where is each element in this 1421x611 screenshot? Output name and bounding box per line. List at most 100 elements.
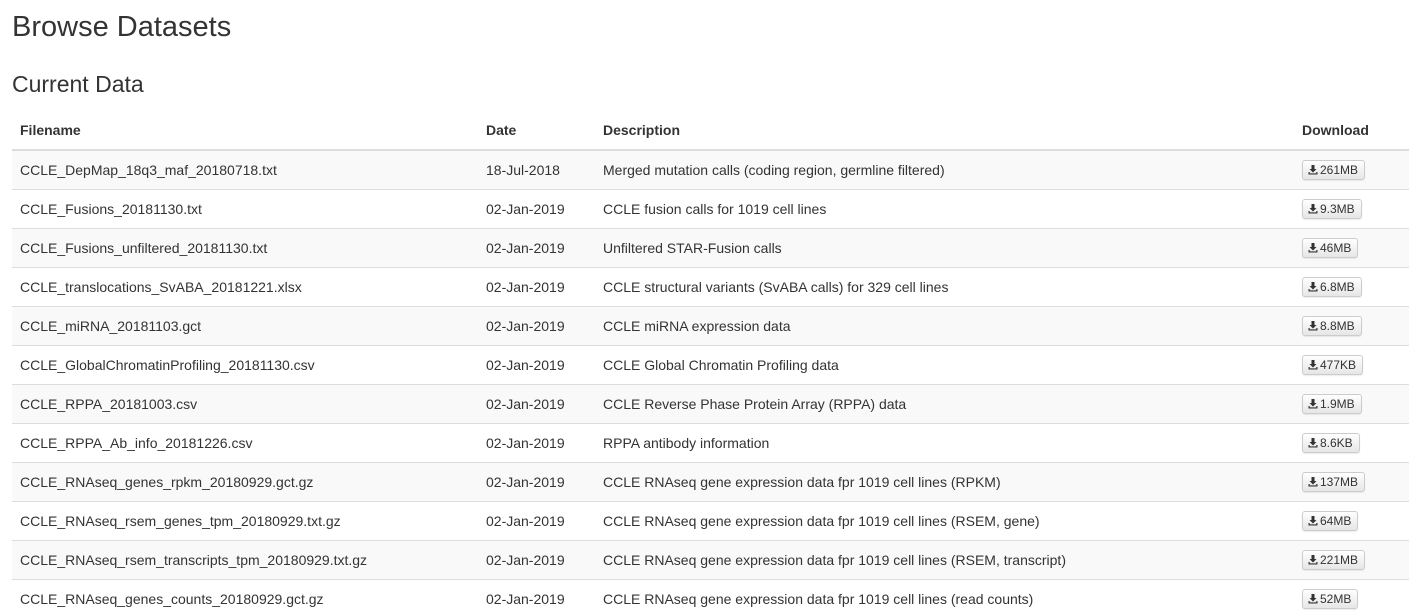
table-row: CCLE_translocations_SvABA_20181221.xlsx … (12, 267, 1409, 307)
table-row: CCLE_GlobalChromatinProfiling_20181130.c… (12, 345, 1409, 385)
table-row: CCLE_Fusions_unfiltered_20181130.txt 02-… (12, 228, 1409, 268)
download-icon (1308, 360, 1318, 370)
download-size: 137MB (1320, 475, 1359, 489)
date-cell: 02-Jan-2019 (478, 306, 595, 346)
download-button[interactable]: 1.9MB (1302, 394, 1362, 414)
download-icon (1308, 516, 1318, 526)
date-cell: 02-Jan-2019 (478, 345, 595, 385)
filename-cell: CCLE_translocations_SvABA_20181221.xlsx (12, 267, 478, 307)
filename-cell: CCLE_DepMap_18q3_maf_20180718.txt (12, 150, 478, 190)
date-cell: 02-Jan-2019 (478, 501, 595, 541)
download-button[interactable]: 64MB (1302, 511, 1359, 531)
filename-cell: CCLE_RNAseq_genes_rpkm_20180929.gct.gz (12, 462, 478, 502)
table-row: CCLE_RNAseq_genes_rpkm_20180929.gct.gz 0… (12, 462, 1409, 502)
description-cell: Merged mutation calls (coding region, ge… (595, 150, 1294, 190)
date-cell: 02-Jan-2019 (478, 267, 595, 307)
filename-cell: CCLE_RNAseq_rsem_transcripts_tpm_2018092… (12, 540, 478, 580)
download-icon (1308, 321, 1318, 331)
download-size: 9.3MB (1320, 202, 1355, 216)
download-cell: 9.3MB (1294, 189, 1409, 229)
date-cell: 02-Jan-2019 (478, 540, 595, 580)
download-icon (1308, 594, 1318, 604)
download-button[interactable]: 6.8MB (1302, 277, 1362, 297)
table-row: CCLE_RPPA_Ab_info_20181226.csv 02-Jan-20… (12, 423, 1409, 463)
download-size: 6.8MB (1320, 280, 1355, 294)
date-cell: 02-Jan-2019 (478, 384, 595, 424)
filename-cell: CCLE_miRNA_20181103.gct (12, 306, 478, 346)
description-cell: CCLE RNAseq gene expression data fpr 101… (595, 501, 1294, 541)
header-row: Filename Date Description Download (12, 111, 1409, 151)
header-download: Download (1294, 111, 1409, 151)
description-cell: CCLE fusion calls for 1019 cell lines (595, 189, 1294, 229)
filename-cell: CCLE_RPPA_Ab_info_20181226.csv (12, 423, 478, 463)
download-cell: 477KB (1294, 345, 1409, 385)
download-icon (1308, 477, 1318, 487)
section-title: Current Data (12, 71, 144, 97)
download-cell: 137MB (1294, 462, 1409, 502)
download-button[interactable]: 8.6KB (1302, 433, 1360, 453)
download-size: 8.8MB (1320, 319, 1355, 333)
description-cell: CCLE structural variants (SvABA calls) f… (595, 267, 1294, 307)
download-size: 1.9MB (1320, 397, 1355, 411)
table-row: CCLE_RNAseq_rsem_transcripts_tpm_2018092… (12, 540, 1409, 580)
table-row: CCLE_DepMap_18q3_maf_20180718.txt 18-Jul… (12, 150, 1409, 190)
download-cell: 52MB (1294, 579, 1409, 611)
download-cell: 64MB (1294, 501, 1409, 541)
download-icon (1308, 438, 1318, 448)
filename-cell: CCLE_RNAseq_genes_counts_20180929.gct.gz (12, 579, 478, 611)
download-size: 64MB (1320, 514, 1352, 528)
description-cell: CCLE RNAseq gene expression data fpr 101… (595, 540, 1294, 580)
download-icon (1308, 165, 1318, 175)
download-icon (1308, 204, 1318, 214)
download-button[interactable]: 221MB (1302, 550, 1366, 570)
download-size: 261MB (1320, 163, 1359, 177)
description-cell: CCLE miRNA expression data (595, 306, 1294, 346)
table-row: CCLE_RNAseq_rsem_genes_tpm_20180929.txt.… (12, 501, 1409, 541)
table-row: CCLE_miRNA_20181103.gct 02-Jan-2019 CCLE… (12, 306, 1409, 346)
page-title: Browse Datasets (12, 11, 232, 43)
download-cell: 8.8MB (1294, 306, 1409, 346)
download-button[interactable]: 477KB (1302, 355, 1364, 375)
date-cell: 02-Jan-2019 (478, 189, 595, 229)
download-size: 46MB (1320, 241, 1352, 255)
description-cell: CCLE Reverse Phase Protein Array (RPPA) … (595, 384, 1294, 424)
download-cell: 261MB (1294, 150, 1409, 190)
table-body: CCLE_DepMap_18q3_maf_20180718.txt 18-Jul… (12, 150, 1409, 611)
filename-cell: CCLE_Fusions_unfiltered_20181130.txt (12, 228, 478, 268)
download-icon (1308, 243, 1318, 253)
download-cell: 46MB (1294, 228, 1409, 268)
header-description: Description (595, 111, 1294, 151)
download-cell: 6.8MB (1294, 267, 1409, 307)
download-button[interactable]: 8.8MB (1302, 316, 1362, 336)
download-cell: 8.6KB (1294, 423, 1409, 463)
description-cell: CCLE Global Chromatin Profiling data (595, 345, 1294, 385)
download-size: 477KB (1320, 358, 1357, 372)
download-button[interactable]: 52MB (1302, 589, 1359, 609)
download-icon (1308, 555, 1318, 565)
download-button[interactable]: 137MB (1302, 472, 1366, 492)
header-filename: Filename (12, 111, 478, 151)
table-row: CCLE_Fusions_20181130.txt 02-Jan-2019 CC… (12, 189, 1409, 229)
download-button[interactable]: 261MB (1302, 160, 1366, 180)
filename-cell: CCLE_RPPA_20181003.csv (12, 384, 478, 424)
date-cell: 02-Jan-2019 (478, 579, 595, 611)
filename-cell: CCLE_GlobalChromatinProfiling_20181130.c… (12, 345, 478, 385)
download-size: 52MB (1320, 592, 1352, 606)
description-cell: CCLE RNAseq gene expression data fpr 101… (595, 462, 1294, 502)
date-cell: 18-Jul-2018 (478, 150, 595, 190)
download-icon (1308, 399, 1318, 409)
filename-cell: CCLE_RNAseq_rsem_genes_tpm_20180929.txt.… (12, 501, 478, 541)
table-row: CCLE_RNAseq_genes_counts_20180929.gct.gz… (12, 579, 1409, 611)
download-button[interactable]: 46MB (1302, 238, 1359, 258)
download-button[interactable]: 9.3MB (1302, 199, 1362, 219)
download-size: 8.6KB (1320, 436, 1353, 450)
table-header: Filename Date Description Download (12, 111, 1409, 151)
download-cell: 1.9MB (1294, 384, 1409, 424)
table-row: CCLE_RPPA_20181003.csv 02-Jan-2019 CCLE … (12, 384, 1409, 424)
date-cell: 02-Jan-2019 (478, 462, 595, 502)
header-date: Date (478, 111, 595, 151)
description-cell: CCLE RNAseq gene expression data fpr 101… (595, 579, 1294, 611)
page: Browse Datasets Current Data Filename Da… (0, 0, 1421, 611)
date-cell: 02-Jan-2019 (478, 228, 595, 268)
description-cell: RPPA antibody information (595, 423, 1294, 463)
